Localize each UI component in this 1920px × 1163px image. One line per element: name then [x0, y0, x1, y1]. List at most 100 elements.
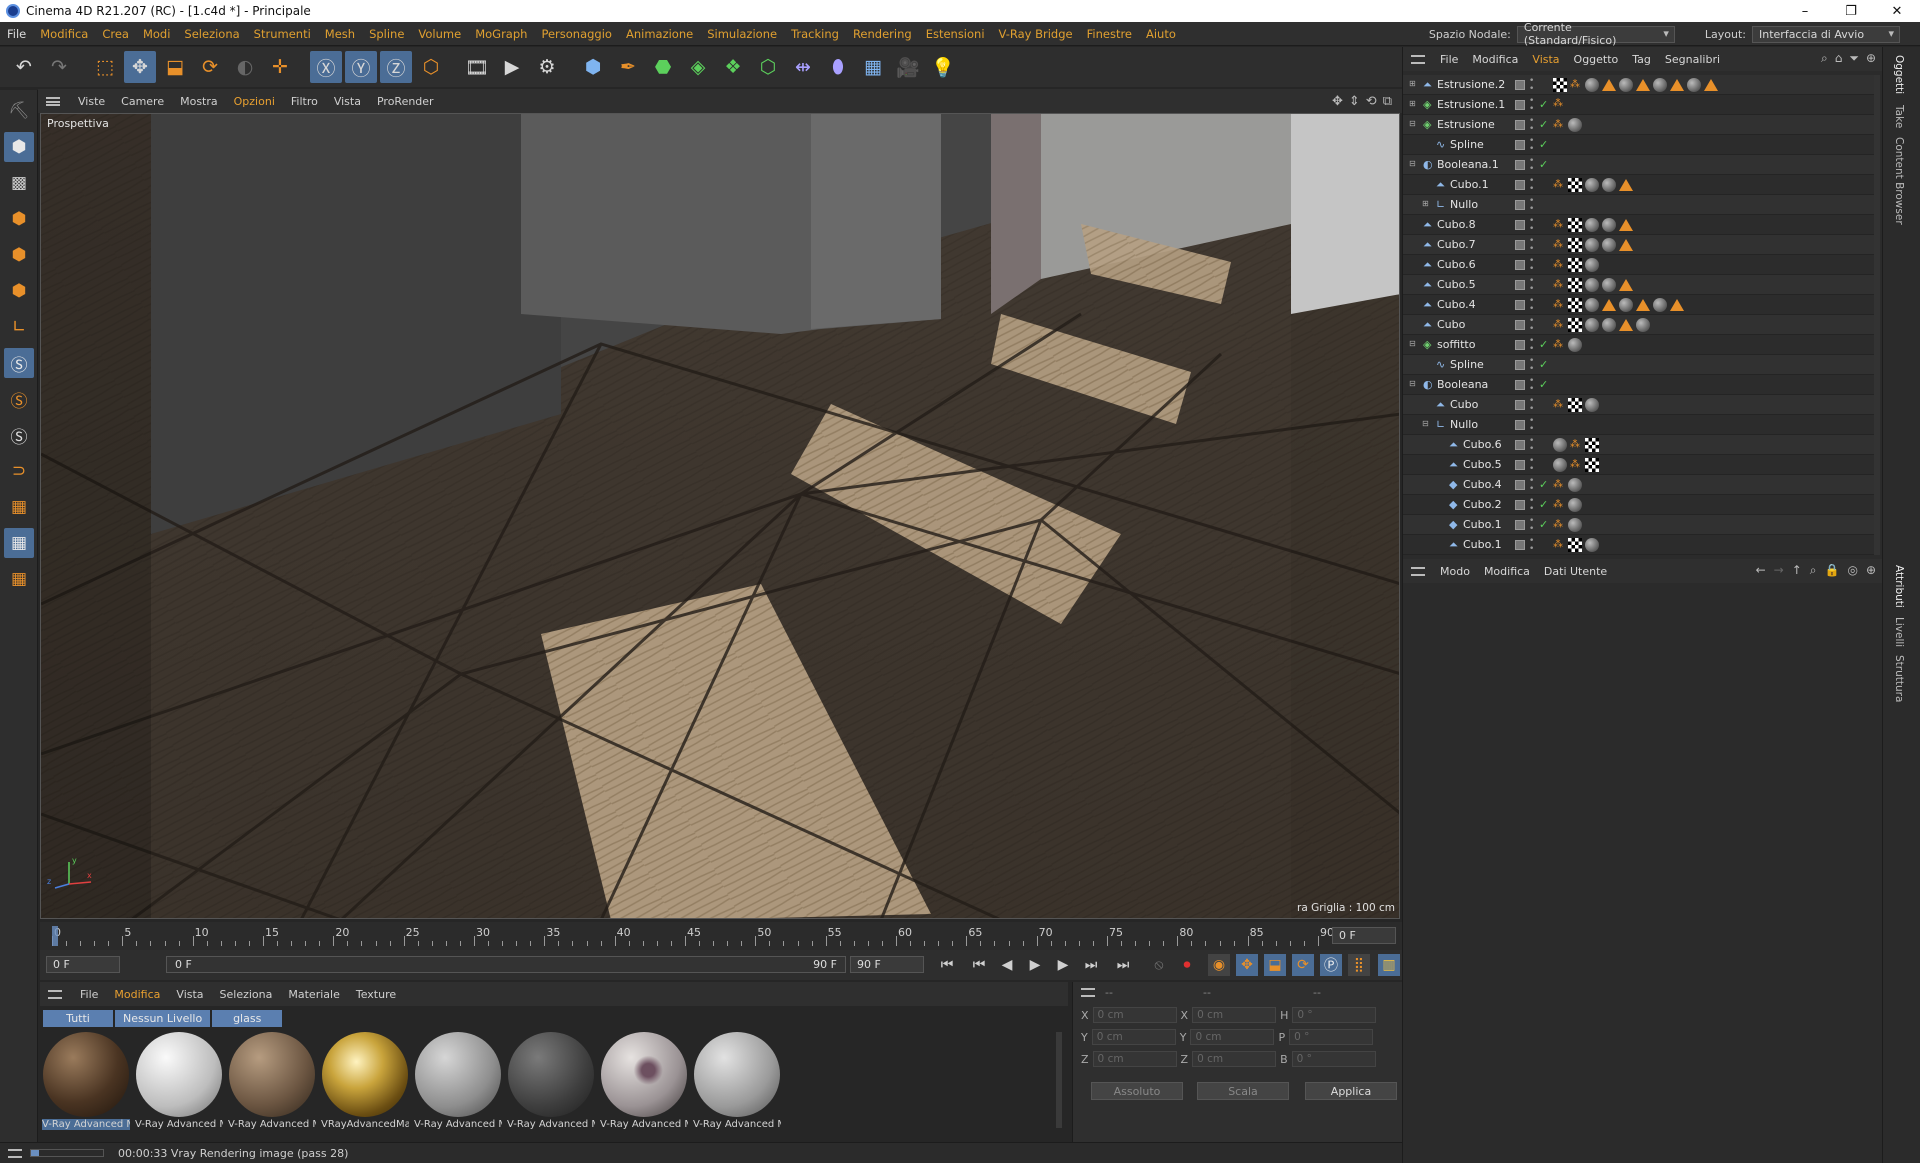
object-name[interactable]: Cubo.8 [1437, 218, 1476, 231]
menu-strumenti[interactable]: Strumenti [247, 27, 318, 41]
node-space-dropdown[interactable]: Corrente (Standard/Fisico) [1516, 21, 1675, 47]
visibility-dots-icon[interactable]: • • [1529, 217, 1534, 234]
object-name[interactable]: Cubo.4 [1463, 478, 1502, 491]
filter-icon[interactable]: ⏷ [1849, 51, 1859, 66]
visibility-dots-icon[interactable]: • • [1529, 197, 1534, 214]
object-name[interactable]: Cubo.4 [1437, 298, 1476, 311]
redo-icon[interactable]: ↷ [43, 51, 75, 83]
enabled-check-icon[interactable]: ✓ [1539, 118, 1548, 131]
tab-structure[interactable]: Struttura [1893, 655, 1905, 702]
object-name[interactable]: Cubo.1 [1463, 518, 1502, 531]
object-row[interactable]: ⏶ Cubo.6 • • ⁂ [1403, 255, 1879, 275]
object-row[interactable]: ⊞ ∟ Nullo • • [1403, 195, 1879, 215]
layout-dropdown[interactable]: Interfaccia di Avvio [1752, 25, 1900, 43]
object-row[interactable]: ⏶ Cubo • • ⁂ [1403, 395, 1879, 415]
vray-tag-icon[interactable] [1619, 279, 1633, 291]
material-tag-icon[interactable] [1568, 498, 1582, 512]
maximize-view-icon[interactable]: ⧉ [1383, 94, 1392, 109]
selection-tool-icon[interactable]: ⬚ [89, 51, 121, 83]
object-row[interactable]: ⏶ Cubo.1 • • ⁂ [1403, 535, 1879, 555]
render-picture-viewer-icon[interactable]: ▶ [496, 51, 528, 83]
object-row[interactable]: ◆ Cubo.4 • • ✓ ⁂ [1403, 475, 1879, 495]
next-frame-icon[interactable]: ▶ [1052, 954, 1074, 976]
material-tag-icon[interactable] [1585, 538, 1599, 552]
close-button[interactable]: ✕ [1874, 4, 1920, 19]
play-icon[interactable]: ▶ [1024, 954, 1046, 976]
visibility-dots-icon[interactable]: • • [1529, 257, 1534, 274]
object-menu-segnalibri[interactable]: Segnalibri [1658, 53, 1727, 66]
object-name[interactable]: soffitto [1437, 338, 1475, 351]
object-row[interactable]: ◆ Cubo.1 • • ✓ ⁂ [1403, 515, 1879, 535]
layer-visibility-box[interactable] [1515, 520, 1525, 530]
viewport-menu-prorender[interactable]: ProRender [369, 95, 442, 108]
object-row[interactable]: ⊟ ◈ Estrusione • • ✓ ⁂ [1403, 115, 1879, 135]
object-tree[interactable]: ⊞ ⏶ Estrusione.2 • • ⁂ ⊞ ◈ Estrusione.1 • • ✓ ⁂ ⊟ ◈ E… [1403, 75, 1879, 555]
uvw-tag-icon[interactable] [1568, 398, 1582, 412]
x-axis-lock-icon[interactable]: Ⓧ [310, 51, 342, 83]
axis-mode-icon[interactable]: ∟ [4, 312, 34, 342]
expand-toggle-icon[interactable]: ⊟ [1409, 339, 1416, 348]
phong-tag-icon[interactable]: ⁂ [1553, 299, 1565, 311]
enabled-check-icon[interactable]: ✓ [1539, 498, 1548, 511]
settings-icon[interactable]: ◎ [1847, 563, 1857, 578]
layer-visibility-box[interactable] [1515, 320, 1525, 330]
previous-key-icon[interactable]: ⏮ [968, 954, 990, 976]
coord-scale-dropdown[interactable]: Scala [1197, 1082, 1289, 1100]
material-swatch[interactable]: V-Ray Advanced M [414, 1030, 502, 1130]
key-parameter-icon[interactable]: Ⓟ [1320, 954, 1342, 976]
object-menu-file[interactable]: File [1433, 53, 1465, 66]
visibility-dots-icon[interactable]: • • [1529, 157, 1534, 174]
menu-volume[interactable]: Volume [411, 27, 468, 41]
phong-tag-icon[interactable]: ⁂ [1553, 219, 1565, 231]
visibility-dots-icon[interactable]: • • [1529, 137, 1534, 154]
new-window-icon[interactable]: ⊕ [1866, 563, 1876, 578]
menu-aiuto[interactable]: Aiuto [1139, 27, 1183, 41]
layer-visibility-box[interactable] [1515, 200, 1525, 210]
coordinate-system-icon[interactable]: ⬡ [415, 51, 447, 83]
playhead[interactable] [52, 926, 58, 946]
menu-rendering[interactable]: Rendering [846, 27, 919, 41]
recent-tool-icon[interactable]: ◐ [229, 51, 261, 83]
uvw-tag-icon[interactable] [1568, 278, 1582, 292]
uvw-tag-icon[interactable] [1568, 298, 1582, 312]
material-tag-icon[interactable] [1619, 298, 1633, 312]
render-settings-icon[interactable]: ⚙ [531, 51, 563, 83]
object-row[interactable]: ⊟ ◐ Booleana • • ✓ [1403, 375, 1879, 395]
field-icon[interactable]: ⬮ [822, 51, 854, 83]
layer-visibility-box[interactable] [1515, 400, 1525, 410]
viewport-menu-vista[interactable]: Vista [326, 95, 369, 108]
tab-content-browser[interactable]: Content Browser [1893, 137, 1905, 225]
pan-icon[interactable]: ✥ [1332, 94, 1343, 109]
coord-mode-dropdown[interactable]: Assoluto [1091, 1082, 1183, 1100]
visibility-dots-icon[interactable]: • • [1529, 397, 1534, 414]
menu-file[interactable]: File [0, 27, 33, 41]
object-row[interactable]: ⏶ Cubo.6 • • ⁂ [1403, 435, 1879, 455]
visibility-dots-icon[interactable]: • • [1529, 437, 1534, 454]
object-row[interactable]: ∿ Spline • • ✓ [1403, 355, 1879, 375]
object-name[interactable]: Spline [1450, 358, 1484, 371]
menu-spline[interactable]: Spline [362, 27, 411, 41]
menu-mesh[interactable]: Mesh [318, 27, 362, 41]
key-position-icon[interactable]: ✥ [1236, 954, 1258, 976]
menu-finestre[interactable]: Finestre [1080, 27, 1139, 41]
object-name[interactable]: Cubo.6 [1437, 258, 1476, 271]
visibility-dots-icon[interactable]: • • [1529, 497, 1534, 514]
object-name[interactable]: Booleana.1 [1437, 158, 1499, 171]
dolly-icon[interactable]: ⇕ [1349, 94, 1360, 109]
material-swatch[interactable]: V-Ray Advanced M [600, 1030, 688, 1130]
phong-tag-icon[interactable]: ⁂ [1553, 399, 1565, 411]
preview-range-slider[interactable]: 0 F 90 F [166, 956, 846, 973]
material-tag-icon[interactable] [1585, 258, 1599, 272]
autokey-icon[interactable]: ◉ [1208, 954, 1230, 976]
menu-personaggio[interactable]: Personaggio [534, 27, 619, 41]
attribute-menu-modifica[interactable]: Modifica [1477, 565, 1537, 578]
vray-tag-icon[interactable] [1619, 219, 1633, 231]
phong-tag-icon[interactable]: ⁂ [1553, 519, 1565, 531]
timeline-ruler[interactable]: 051015202530354045505560657075808590 0 F [40, 922, 1402, 950]
phong-tag-icon[interactable]: ⁂ [1553, 319, 1565, 331]
subdivision-surface-icon[interactable]: ⬣ [647, 51, 679, 83]
object-name[interactable]: Cubo.7 [1437, 238, 1476, 251]
attribute-menu-modo[interactable]: Modo [1433, 565, 1477, 578]
object-name[interactable]: Cubo.5 [1437, 278, 1476, 291]
enabled-check-icon[interactable]: ✓ [1539, 158, 1548, 171]
